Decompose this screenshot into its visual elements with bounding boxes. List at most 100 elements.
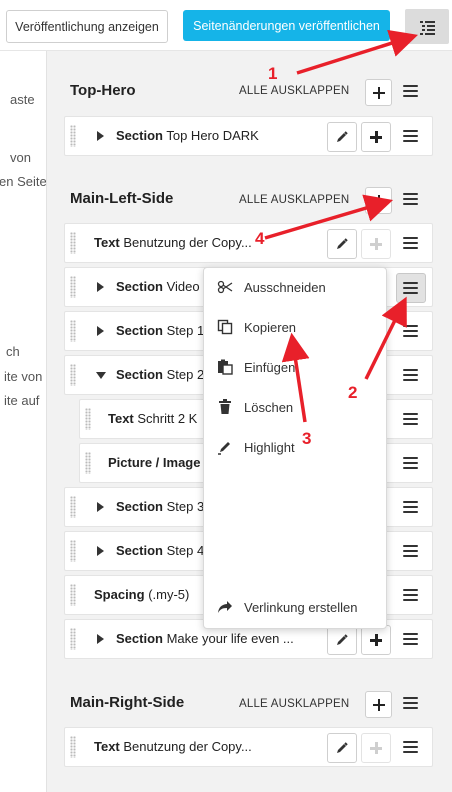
row-label: Section Video: [116, 279, 200, 294]
caret-right-icon[interactable]: [97, 502, 104, 512]
add-button[interactable]: [365, 691, 392, 718]
menu-icon[interactable]: [403, 325, 418, 338]
copy-icon: [216, 319, 234, 335]
menu-item-create-link[interactable]: Verlinkung erstellen: [216, 597, 357, 617]
plus-icon: [370, 742, 382, 754]
content-fragment: von: [10, 150, 31, 165]
drag-handle-icon[interactable]: [70, 584, 76, 606]
expand-all-main-left[interactable]: ALLE AUSKLAPPEN: [239, 194, 349, 206]
drag-handle-icon[interactable]: [85, 452, 91, 474]
drag-handle-icon[interactable]: [70, 540, 76, 562]
add-button[interactable]: [361, 122, 391, 152]
drag-handle-icon[interactable]: [70, 232, 76, 254]
content-fragment: ch: [6, 344, 20, 359]
drag-handle-icon[interactable]: [70, 276, 76, 298]
caret-right-icon[interactable]: [97, 282, 104, 292]
row-label: Spacing (.my-5): [94, 587, 190, 602]
menu-icon[interactable]: [403, 457, 418, 470]
highlighter-icon: [216, 439, 234, 455]
menu-icon[interactable]: [403, 633, 418, 646]
top-toolbar: Veröffentlichung anzeigen Seitenänderung…: [0, 0, 452, 51]
scissors-icon: [216, 279, 234, 295]
edit-button[interactable]: [327, 625, 357, 655]
page-content-preview: aste von en Seite ch ite von ite auf: [0, 51, 46, 792]
expand-all-top-hero[interactable]: ALLE AUSKLAPPEN: [239, 85, 349, 97]
block-row[interactable]: Text Benutzung der Copy...: [64, 223, 433, 263]
group-title-top-hero: Top-Hero: [70, 82, 136, 99]
add-button[interactable]: [361, 625, 391, 655]
edit-button[interactable]: [327, 733, 357, 763]
drag-handle-icon[interactable]: [85, 408, 91, 430]
menu-icon[interactable]: [403, 369, 418, 382]
plus-icon: [372, 194, 385, 207]
content-fragment: ite von: [4, 369, 43, 384]
add-button[interactable]: [365, 79, 392, 106]
content-fragment: ite auf: [4, 393, 40, 408]
annotation-label-4: 4: [255, 229, 265, 248]
expand-all-main-right[interactable]: ALLE AUSKLAPPEN: [239, 698, 349, 710]
group-title-main-left: Main-Left-Side: [70, 190, 174, 207]
publish-changes-button[interactable]: Seitenänderungen veröffentlichen: [183, 10, 390, 41]
drag-handle-icon[interactable]: [70, 628, 76, 650]
menu-icon[interactable]: [403, 501, 418, 514]
row-label: Text Schritt 2 K: [108, 411, 198, 426]
pencil-icon: [337, 634, 348, 645]
menu-item-paste[interactable]: Einfügen: [216, 357, 295, 377]
list-tree-icon: [420, 21, 435, 35]
plus-icon: [370, 238, 382, 250]
menu-icon[interactable]: [403, 413, 418, 426]
caret-right-icon[interactable]: [97, 131, 104, 141]
edit-button[interactable]: [327, 122, 357, 152]
context-menu: Ausschneiden Kopieren Einfügen Löschen H…: [203, 267, 387, 629]
pencil-icon: [337, 131, 348, 142]
drag-handle-icon[interactable]: [70, 364, 76, 386]
menu-icon[interactable]: [403, 130, 418, 143]
plus-icon: [372, 698, 385, 711]
add-button-disabled: [361, 229, 391, 259]
menu-icon[interactable]: [403, 589, 418, 602]
menu-item-copy[interactable]: Kopieren: [216, 317, 296, 337]
edit-button[interactable]: [327, 229, 357, 259]
menu-icon[interactable]: [403, 85, 418, 98]
menu-icon[interactable]: [403, 237, 418, 250]
content-fragment: en Seite: [0, 174, 46, 189]
block-row[interactable]: Section Top Hero DARK: [64, 116, 433, 156]
caret-down-icon[interactable]: [96, 372, 106, 379]
row-label: Text Benutzung der Copy...: [94, 235, 252, 250]
plus-icon: [370, 131, 382, 143]
caret-right-icon[interactable]: [97, 326, 104, 336]
menu-icon[interactable]: [403, 741, 418, 754]
row-label: Section Make your life even ...: [116, 631, 294, 646]
row-label: Text Benutzung der Copy...: [94, 739, 252, 754]
menu-icon: [403, 282, 418, 295]
block-row[interactable]: Text Benutzung der Copy...: [64, 727, 433, 767]
row-label: Section Top Hero DARK: [116, 128, 259, 143]
menu-item-highlight[interactable]: Highlight: [216, 437, 295, 457]
menu-icon[interactable]: [403, 545, 418, 558]
row-label: Section Step 4: [116, 543, 205, 558]
menu-button-active[interactable]: [396, 273, 426, 303]
menu-item-delete[interactable]: Löschen: [216, 397, 293, 417]
share-arrow-icon: [216, 599, 234, 615]
structure-toggle-button[interactable]: [405, 9, 449, 44]
row-label: Section Step 1: [116, 323, 205, 338]
menu-icon[interactable]: [403, 697, 418, 710]
caret-right-icon[interactable]: [97, 546, 104, 556]
menu-icon[interactable]: [403, 193, 418, 206]
drag-handle-icon[interactable]: [70, 125, 76, 147]
drag-handle-icon[interactable]: [70, 320, 76, 342]
row-label: Picture / Image: [108, 455, 201, 470]
menu-item-cut[interactable]: Ausschneiden: [216, 277, 326, 297]
plus-icon: [372, 86, 385, 99]
content-fragment: aste: [10, 92, 35, 107]
drag-handle-icon[interactable]: [70, 736, 76, 758]
pencil-icon: [337, 742, 348, 753]
caret-right-icon[interactable]: [97, 634, 104, 644]
paste-icon: [216, 359, 234, 375]
drag-handle-icon[interactable]: [70, 496, 76, 518]
show-publication-button[interactable]: Veröffentlichung anzeigen: [6, 10, 168, 43]
add-button-disabled: [361, 733, 391, 763]
annotation-label-3: 3: [302, 429, 312, 448]
add-button[interactable]: [365, 187, 392, 214]
annotation-label-2: 2: [348, 383, 358, 402]
